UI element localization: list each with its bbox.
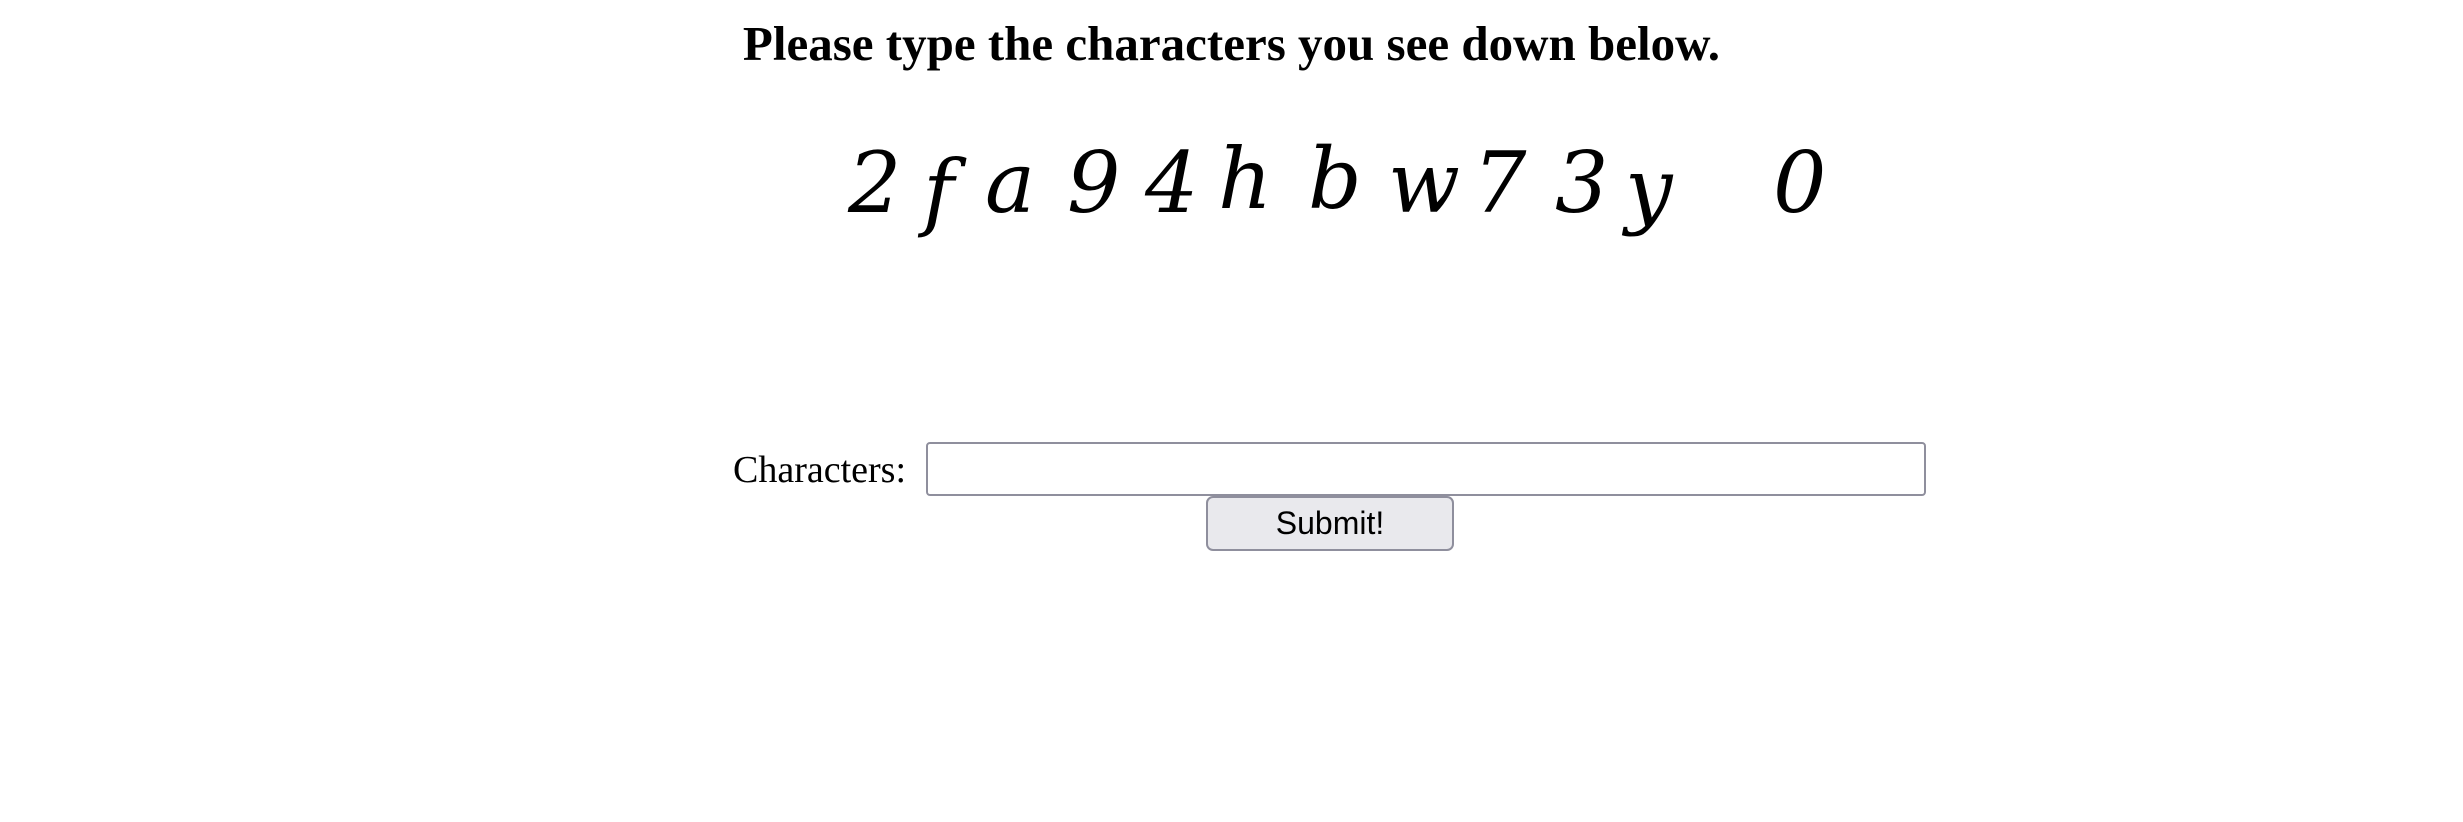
captcha-character: b [1308,130,1362,228]
captcha-character: a [985,134,1036,232]
captcha-character: 2 [848,134,902,232]
captcha-character: 4 [1145,134,1199,232]
captcha-character: w [1388,134,1460,232]
page-heading: Please type the characters you see down … [742,16,1721,71]
captcha-character: y [1625,140,1673,238]
captcha-page: Please type the characters you see down … [0,0,2463,822]
captcha-character: 7 [1473,134,1527,232]
captcha-character: f [923,142,955,240]
captcha-form: Characters: [0,442,2463,498]
characters-input[interactable] [926,442,1926,496]
captcha-character: 9 [1067,134,1121,232]
captcha-image: 2 f a 9 4 h b w 7 3 y 0 [845,118,1845,248]
captcha-character: 3 [1555,134,1609,232]
captcha-character: 0 [1773,134,1827,232]
characters-label: Characters: [733,449,907,491]
submit-button[interactable]: Submit! [1206,496,1454,551]
captcha-character: h [1218,130,1273,228]
